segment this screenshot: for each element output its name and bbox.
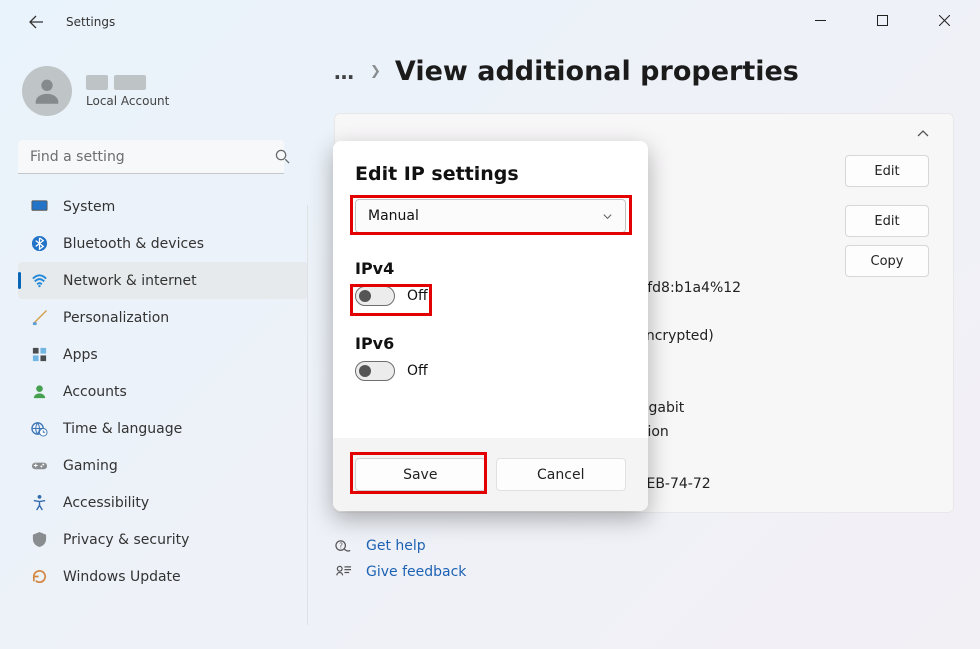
sidebar-item-personalization[interactable]: Personalization [18, 299, 308, 336]
ipv6-state: Off [407, 363, 428, 379]
avatar-icon [22, 66, 72, 116]
update-icon [30, 568, 48, 586]
search-box [18, 140, 308, 174]
select-value: Manual [368, 208, 419, 224]
ipv4-toggle[interactable] [355, 286, 395, 306]
account-type-label: Local Account [86, 94, 169, 108]
globe-clock-icon [30, 420, 48, 438]
accessibility-icon [30, 494, 48, 512]
search-icon [275, 149, 290, 164]
sidebar-item-privacy[interactable]: Privacy & security [18, 521, 308, 558]
sidebar-item-update[interactable]: Windows Update [18, 558, 308, 595]
edit-button[interactable]: Edit [845, 205, 929, 237]
footer-links: ? Get help Give feedback [334, 537, 954, 581]
monitor-icon [30, 198, 48, 216]
back-button[interactable] [22, 8, 50, 36]
controller-icon [30, 457, 48, 475]
divider [307, 205, 308, 625]
edit-button[interactable]: Edit [845, 155, 929, 187]
ipv6-toggle[interactable] [355, 361, 395, 381]
breadcrumb-ellipsis[interactable]: … [334, 60, 356, 84]
sidebar-item-bluetooth[interactable]: Bluetooth & devices [18, 225, 308, 262]
sidebar-nav: System Bluetooth & devices Network & int… [18, 188, 308, 595]
help-icon: ? [334, 537, 352, 555]
search-input[interactable] [18, 140, 284, 174]
svg-text:?: ? [338, 541, 342, 550]
sidebar-item-label: Bluetooth & devices [63, 236, 204, 252]
chevron-down-icon [602, 211, 613, 222]
chevron-up-icon[interactable] [917, 128, 929, 140]
window-controls [798, 0, 980, 44]
sidebar-item-label: Accounts [63, 384, 127, 400]
sidebar-item-label: Gaming [63, 458, 118, 474]
ipv4-heading: IPv4 [355, 259, 626, 278]
sidebar-item-label: System [63, 199, 115, 215]
sidebar-item-label: Network & internet [63, 273, 197, 289]
sidebar-item-time[interactable]: Time & language [18, 410, 308, 447]
user-name-redacted [86, 75, 169, 90]
ip-mode-select[interactable]: Manual [355, 199, 626, 233]
copy-button[interactable]: Copy [845, 245, 929, 277]
sidebar-item-label: Accessibility [63, 495, 149, 511]
minimize-button[interactable] [798, 4, 842, 36]
user-block[interactable]: Local Account [18, 56, 308, 134]
sidebar-item-gaming[interactable]: Gaming [18, 447, 308, 484]
feedback-icon [334, 563, 352, 581]
brush-icon [30, 309, 48, 327]
sidebar-item-label: Privacy & security [63, 532, 189, 548]
close-button[interactable] [922, 4, 966, 36]
dialog-title: Edit IP settings [355, 163, 626, 185]
chevron-right-icon: ❯ [370, 64, 381, 79]
person-icon [30, 383, 48, 401]
give-feedback-link[interactable]: Give feedback [334, 563, 954, 581]
shield-icon [30, 531, 48, 549]
sidebar-item-accessibility[interactable]: Accessibility [18, 484, 308, 521]
sidebar-item-network[interactable]: Network & internet [18, 262, 308, 299]
sidebar-item-label: Apps [63, 347, 98, 363]
page-title: View additional properties [395, 56, 799, 87]
maximize-button[interactable] [860, 4, 904, 36]
bluetooth-icon [30, 235, 48, 253]
save-button[interactable]: Save [355, 458, 486, 491]
ipv6-heading: IPv6 [355, 334, 626, 353]
sidebar-item-system[interactable]: System [18, 188, 308, 225]
sidebar-item-accounts[interactable]: Accounts [18, 373, 308, 410]
get-help-link[interactable]: ? Get help [334, 537, 954, 555]
sidebar-item-label: Windows Update [63, 569, 181, 585]
breadcrumb: … ❯ View additional properties [334, 56, 954, 87]
sidebar-item-label: Personalization [63, 310, 169, 326]
apps-icon [30, 346, 48, 364]
titlebar: Settings [0, 0, 115, 44]
sidebar-item-apps[interactable]: Apps [18, 336, 308, 373]
ipv4-state: Off [407, 288, 428, 304]
window-title: Settings [66, 15, 115, 29]
edit-ip-settings-dialog: Edit IP settings Manual IPv4 Off IPv6 Of… [333, 141, 648, 511]
sidebar-item-label: Time & language [63, 421, 182, 437]
sidebar: Local Account System Bluetooth & devices… [18, 56, 308, 595]
cancel-button[interactable]: Cancel [496, 458, 627, 491]
wifi-icon [30, 272, 48, 290]
